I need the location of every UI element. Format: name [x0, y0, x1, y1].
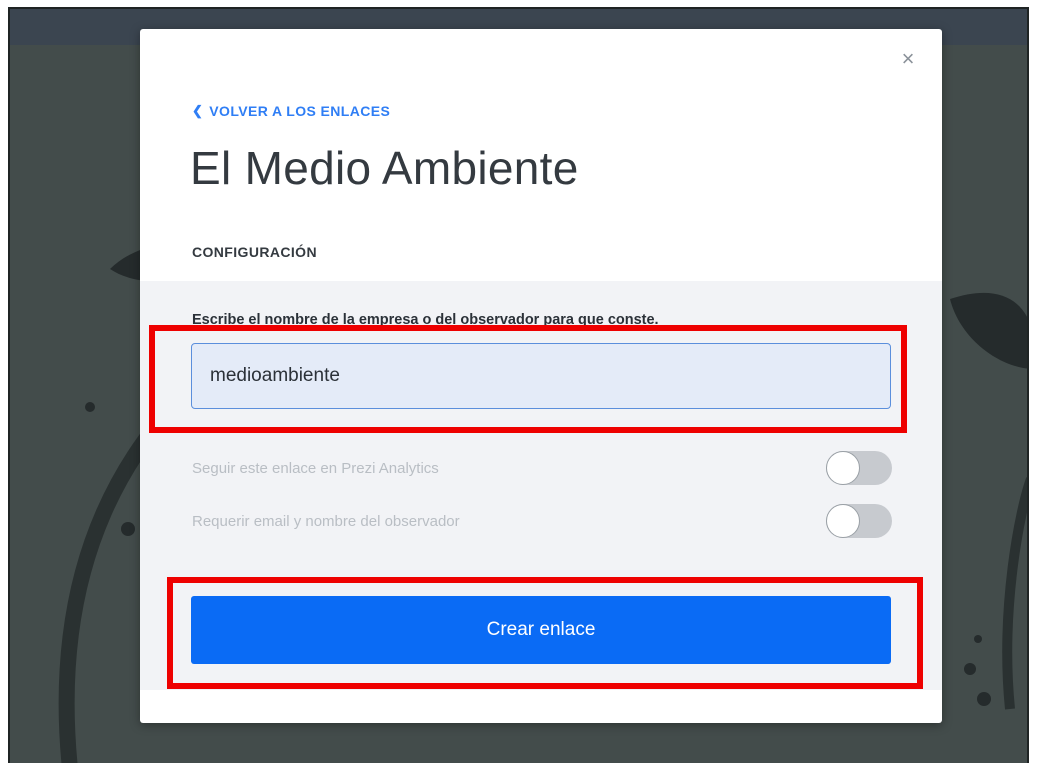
- analytics-toggle[interactable]: [826, 451, 892, 485]
- section-heading: CONFIGURACIÓN: [192, 244, 317, 260]
- toggle-row-require-email: Requerir email y nombre del observador: [192, 503, 892, 539]
- settings-panel: Escribe el nombre de la empresa o del ob…: [140, 281, 942, 690]
- toggle-knob: [826, 451, 860, 485]
- back-to-links-link[interactable]: ❮ VOLVER A LOS ENLACES: [192, 103, 390, 119]
- chevron-left-icon: ❮: [192, 103, 204, 118]
- toggle-knob: [826, 504, 860, 538]
- create-link-modal: × ❮ VOLVER A LOS ENLACES El Medio Ambien…: [140, 29, 942, 723]
- toggle-row-analytics: Seguir este enlace en Prezi Analytics: [192, 450, 892, 486]
- page-title: El Medio Ambiente: [190, 142, 579, 194]
- close-button[interactable]: ×: [896, 47, 920, 71]
- back-link-label: VOLVER A LOS ENLACES: [209, 103, 391, 119]
- require-email-toggle-label: Requerir email y nombre del observador: [192, 512, 460, 530]
- create-link-button[interactable]: Crear enlace: [191, 596, 891, 664]
- screen: × ❮ VOLVER A LOS ENLACES El Medio Ambien…: [0, 0, 1037, 763]
- viewer-name-input[interactable]: [191, 343, 891, 409]
- analytics-toggle-label: Seguir este enlace en Prezi Analytics: [192, 459, 439, 477]
- close-icon[interactable]: ×: [902, 46, 915, 71]
- require-email-toggle[interactable]: [826, 504, 892, 538]
